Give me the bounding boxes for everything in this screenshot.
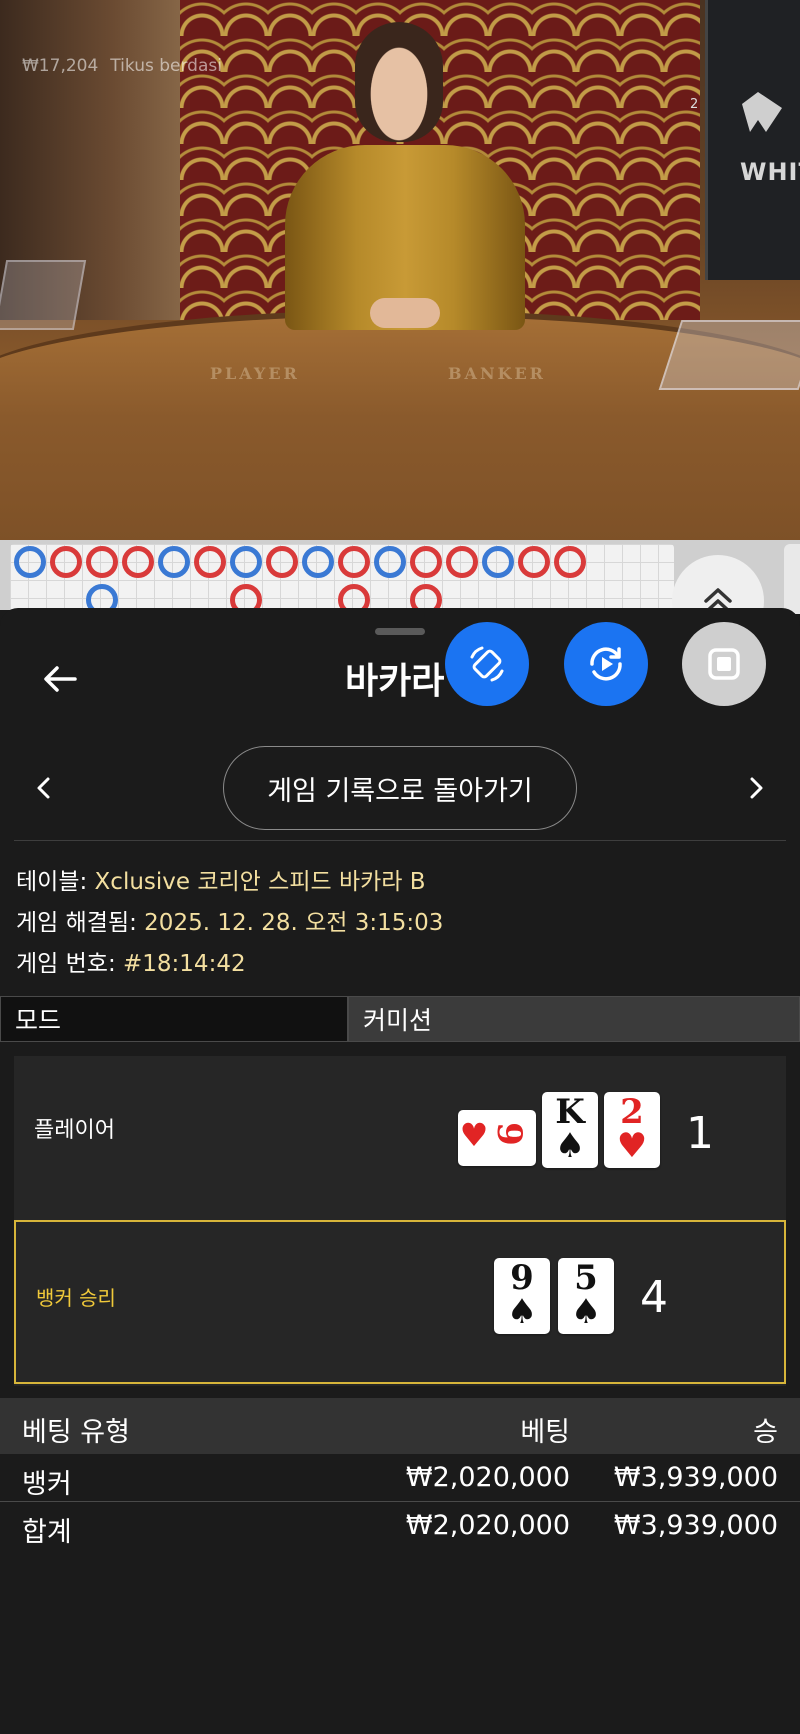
bead-red: [410, 546, 442, 578]
chevron-right-icon: [750, 777, 763, 799]
player-card-2: K ♠: [542, 1092, 598, 1168]
banker-row: 뱅커 승리 9 ♠ 5 ♠ 4: [14, 1220, 786, 1384]
bead-blue: [158, 546, 190, 578]
dealer-hands: [370, 298, 440, 328]
studio-monitor: [705, 0, 800, 280]
card-shoe-left: [0, 260, 87, 330]
ticker-name: Tikus berdasi: [110, 56, 222, 76]
next-game-button[interactable]: [736, 768, 776, 808]
road-edge: [784, 544, 800, 614]
section-divider: [14, 840, 786, 841]
column-header-bet-type: 베팅 유형: [22, 1417, 130, 1448]
live-video-feed[interactable]: WHITE 2 PLAYER BANKER ₩17,204 Tikus berda…: [0, 0, 800, 540]
arrow-left-icon: [44, 666, 77, 692]
card-suit-spade-icon: ♠: [554, 1126, 586, 1166]
total-label-cell: 합계: [22, 1517, 72, 1548]
bead-red: [446, 546, 478, 578]
winner-ticker: ₩17,204 Tikus berdasi: [22, 56, 222, 76]
total-bet-cell: ₩2,020,000: [405, 1510, 570, 1541]
banker-card-2: 5 ♠: [558, 1258, 614, 1334]
resolved-info-value: 2025. 12. 28. 오전 3:15:03: [144, 910, 444, 936]
card-suit-spade-icon: ♠: [570, 1292, 602, 1332]
player-card-3: 2 ♥: [604, 1092, 660, 1168]
bead-blue: [374, 546, 406, 578]
bead-red: [50, 546, 82, 578]
banker-card-1: 9 ♠: [494, 1258, 550, 1334]
card-suit-spade-icon: ♠: [506, 1292, 538, 1332]
player-score: 1: [686, 1108, 714, 1159]
bead-blue: [14, 546, 46, 578]
win-amount-cell: ₩3,939,000: [613, 1462, 778, 1493]
mode-tabs: 모드 커미션: [0, 996, 800, 1042]
table-info-label: 테이블:: [16, 869, 95, 895]
bet-type-cell: 뱅커: [22, 1469, 72, 1500]
resolved-info-label: 게임 해결됨:: [16, 910, 145, 936]
resolved-info: 게임 해결됨: 2025. 12. 28. 오전 3:15:03: [16, 903, 443, 937]
dealer-head: [355, 22, 443, 142]
table-row: 뱅커 ₩2,020,000 ₩3,939,000: [0, 1456, 800, 1502]
bead-red: [122, 546, 154, 578]
bead-blue: [230, 546, 262, 578]
total-win-cell: ₩3,939,000: [613, 1510, 778, 1541]
bead-red: [518, 546, 550, 578]
replay-button[interactable]: [564, 622, 648, 706]
player-row: 플레이어 ♥ 9 K ♠ 2 ♥ 1: [14, 1056, 786, 1220]
monitor-logo: WHITE: [740, 158, 800, 186]
sheet-drag-handle[interactable]: [375, 628, 425, 635]
bead-red: [86, 546, 118, 578]
banker-score: 4: [640, 1272, 668, 1323]
bead-blue: [302, 546, 334, 578]
bead-red: [266, 546, 298, 578]
page-title: 바카라: [345, 661, 445, 702]
tab-commission[interactable]: 커미션: [348, 996, 800, 1042]
app-root: WHITE 2 PLAYER BANKER ₩17,204 Tikus berda…: [0, 0, 800, 1734]
card-rank: 9: [489, 1122, 529, 1146]
table-banker-label: BANKER: [448, 364, 546, 383]
bead-blue: [482, 546, 514, 578]
table-player-label: PLAYER: [210, 364, 300, 383]
rotate-screen-button[interactable]: [445, 622, 529, 706]
ticker-amount: ₩17,204: [22, 56, 99, 76]
bets-table-header: 베팅 유형 베팅 승: [0, 1398, 800, 1454]
player-card-1: ♥ 9: [458, 1110, 536, 1166]
player-label: 플레이어: [34, 1118, 115, 1143]
stop-button[interactable]: [682, 622, 766, 706]
replay-icon: [590, 647, 622, 681]
row-divider: [0, 1501, 800, 1502]
game-number-value: #18:14:42: [123, 951, 246, 977]
card-suit-heart-icon: ♥: [616, 1126, 648, 1166]
game-number-label: 게임 번호:: [16, 951, 124, 977]
total-row: 합계 ₩2,020,000 ₩3,939,000: [0, 1504, 800, 1550]
back-button[interactable]: [36, 655, 84, 703]
previous-game-button[interactable]: [24, 768, 64, 808]
chevron-left-icon: [37, 777, 50, 799]
banker-win-label: 뱅커 승리: [36, 1286, 116, 1310]
stop-icon: [708, 648, 740, 680]
column-header-win: 승: [753, 1417, 778, 1448]
bead-red: [194, 546, 226, 578]
tab-mode[interactable]: 모드: [0, 996, 348, 1042]
bead-road[interactable]: [10, 544, 674, 614]
column-header-bet: 베팅: [520, 1417, 570, 1448]
table-info: 테이블: Xclusive 코리안 스피드 바카라 B: [16, 862, 426, 896]
monitor-counter: 2: [690, 97, 699, 112]
bead-red: [338, 546, 370, 578]
back-to-history-button[interactable]: 게임 기록으로 돌아가기: [223, 746, 577, 830]
card-shoe-right: [658, 320, 800, 390]
bead-red: [554, 546, 586, 578]
rotate-phone-icon: [470, 646, 504, 682]
bet-amount-cell: ₩2,020,000: [405, 1462, 570, 1493]
table-info-value: Xclusive 코리안 스피드 바카라 B: [94, 869, 426, 895]
game-number-info: 게임 번호: #18:14:42: [16, 944, 246, 978]
